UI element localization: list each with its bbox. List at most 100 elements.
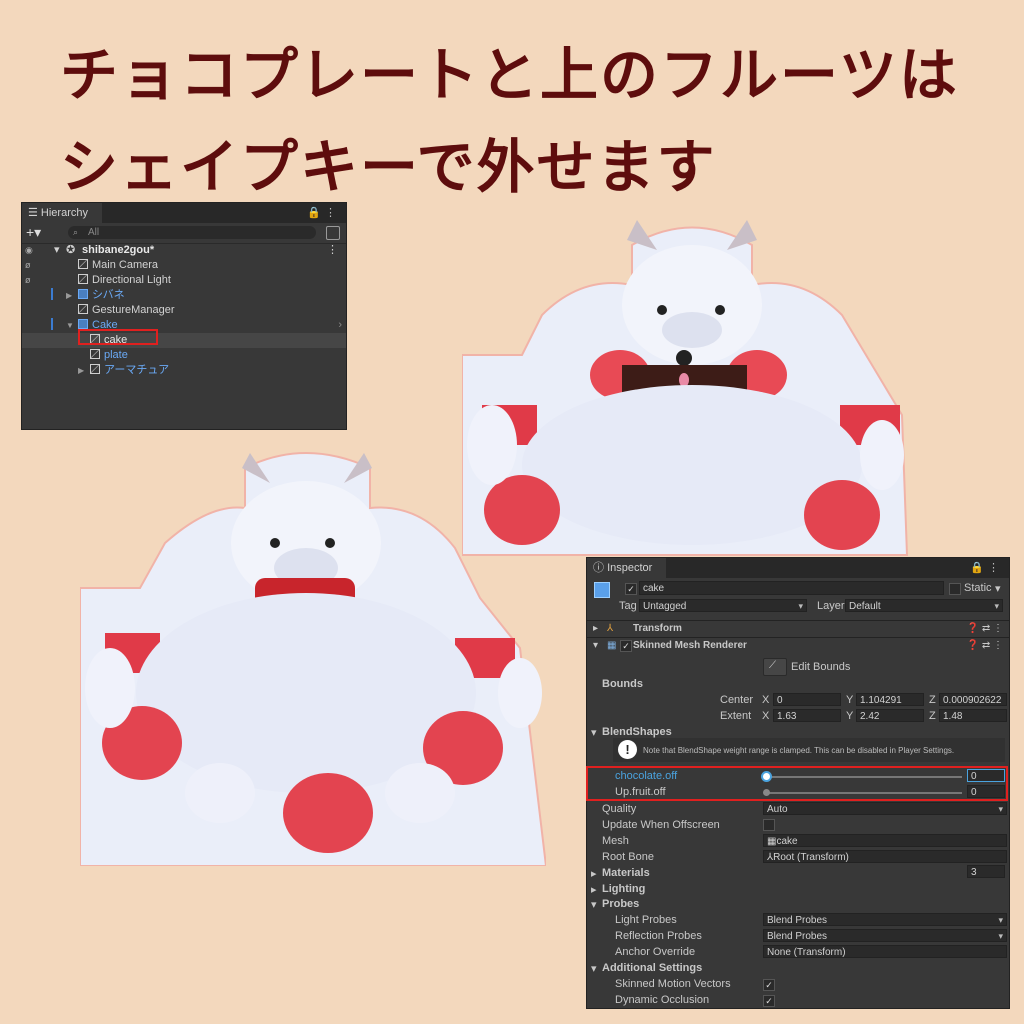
visibility-icon[interactable]: ◉ [25,243,33,258]
smr-component-header[interactable]: ▾ ▦ ✓ Skinned Mesh Renderer ❓ ⇄ ⋮ [587,638,1009,653]
warning-icon: ! [618,740,637,759]
tag-label: Tag [619,600,637,612]
component-menu-icons[interactable]: ❓ ⇄ ⋮ [967,621,1003,636]
info-icon: ⓘ [593,562,608,574]
light-probes-dropdown[interactable]: Blend Probes [763,913,1007,926]
materials-label: Materials [602,867,650,879]
expand-icon[interactable]: ▸ [591,883,597,896]
prefab-indicator [51,288,53,300]
scene-menu-icon[interactable]: ⋮ [327,243,338,258]
renderer-icon: ▦ [607,640,617,651]
item-label: GestureManager [92,304,175,316]
extent-y-field[interactable]: 2.42 [856,709,924,722]
edit-bounds-icon: ⟋ [769,660,776,671]
collapse-icon[interactable]: ▾ [591,726,597,739]
collapse-icon[interactable]: ▾ [591,898,597,911]
visibility-off-icon[interactable]: ø [25,273,31,288]
object-name-field[interactable]: cake [639,581,944,595]
list-item[interactable]: ø Main Camera [22,258,346,273]
z-axis-label: Z [929,694,936,706]
list-item[interactable]: GestureManager [22,303,346,318]
materials-count-field[interactable]: 3 [967,865,1005,878]
prefab-indicator [51,318,53,330]
light-probes-label: Light Probes [615,914,677,926]
item-label: アーマチュア [104,364,170,376]
hierarchy-search-input[interactable]: ⌕ All [68,226,316,239]
list-item[interactable]: ø Directional Light [22,273,346,288]
expand-icon[interactable]: ▶ [78,363,88,378]
extent-x-field[interactable]: 1.63 [773,709,841,722]
prefab-icon [78,289,88,299]
mesh-value: cake [776,836,798,847]
x-axis-label: X [762,710,770,722]
reflection-probes-dropdown[interactable]: Blend Probes [763,929,1007,942]
transform-component-header[interactable]: ▸ ⅄ Transform ❓ ⇄ ⋮ [587,621,1009,636]
dynamic-occlusion-checkbox[interactable]: ✓ [763,995,775,1007]
list-item-selected[interactable]: cake [22,333,346,348]
expand-icon[interactable]: ▶ [66,288,76,303]
chevron-down-icon[interactable]: ▾ [995,582,1001,595]
tag-dropdown[interactable]: Untagged [639,599,807,612]
mesh-field[interactable]: ▦cake [763,834,1007,847]
collapse-icon[interactable]: ▾ [593,638,598,653]
layer-dropdown[interactable]: Default [845,599,1003,612]
visibility-off-icon[interactable]: ø [25,258,31,273]
transform-title: Transform [633,623,682,634]
y-axis-label: Y [846,710,854,722]
scene-row[interactable]: ◉ ▾ ✪ shibane2gou* ⋮ [22,243,346,258]
item-label: シバネ [92,289,125,301]
component-menu-icons[interactable]: ❓ ⇄ ⋮ [967,638,1003,653]
inspector-tab[interactable]: ⓘ Inspector [587,558,667,578]
hierarchy-tabbar: ☰ Hierarchy 🔒⋮ [22,203,346,223]
center-label: Center [720,694,754,706]
filter-icon[interactable] [326,226,340,240]
expand-icon[interactable]: ▸ [591,867,597,880]
center-z-field[interactable]: 0.000902622 [939,693,1007,706]
expand-icon[interactable]: ▸ [593,621,598,636]
layer-label: Layer [817,600,845,612]
quality-dropdown[interactable]: Auto [763,802,1007,815]
unity-scene-icon: ✪ [66,244,76,256]
item-label: Main Camera [92,259,159,271]
hierarchy-tab[interactable]: ☰ Hierarchy [22,203,102,223]
x-axis-label: X [762,694,770,706]
root-bone-value: Root (Transform) [773,852,849,863]
collapse-icon[interactable]: ▾ [591,962,597,975]
list-item[interactable]: ▶ シバネ [22,288,346,303]
center-x-field[interactable]: 0 [773,693,841,706]
skinned-motion-vectors-checkbox[interactable]: ✓ [763,979,775,991]
highlight-box-blendshapes [586,766,1008,801]
list-item[interactable]: ▼ Cake › [22,318,346,333]
smr-title: Skinned Mesh Renderer [633,640,747,651]
dynamic-occlusion-label: Dynamic Occlusion [615,994,710,1006]
smr-enabled-checkbox[interactable]: ✓ [620,640,632,652]
gameobject-icon [594,582,610,598]
static-checkbox[interactable] [949,583,961,595]
list-item[interactable]: ▶ アーマチュア [22,363,346,378]
y-axis-label: Y [846,694,854,706]
collapse-icon[interactable]: ▼ [66,318,76,333]
list-item[interactable]: plate [22,348,346,363]
mesh-label: Mesh [602,835,629,847]
inspector-tab-label: Inspector [607,562,653,574]
root-bone-field[interactable]: ⅄Root (Transform) [763,850,1007,863]
probes-label: Probes [602,898,640,910]
edit-bounds-button[interactable]: ⟋ [763,658,787,676]
chevron-right-icon[interactable]: › [338,318,342,333]
anchor-override-field[interactable]: None (Transform) [763,945,1007,958]
panel-menu-icons[interactable]: 🔒⋮ [307,206,340,219]
center-y-field[interactable]: 1.104291 [856,693,924,706]
anchor-override-label: Anchor Override [615,946,696,958]
item-label: plate [104,349,128,361]
inspector-tabbar: ⓘ Inspector 🔒⋮ [587,558,1009,578]
panel-menu-icons[interactable]: 🔒⋮ [970,561,1003,574]
gameobject-icon [78,304,88,314]
blendshape-note: Note that BlendShape weight range is cla… [643,746,955,755]
scene-name: shibane2gou* [82,244,155,256]
scene-expand-icon[interactable]: ▾ [54,243,60,258]
active-checkbox[interactable]: ✓ [625,583,637,595]
add-icon[interactable]: +▾ [26,224,41,241]
static-label: Static [964,582,992,594]
update-offscreen-checkbox[interactable] [763,819,775,831]
extent-z-field[interactable]: 1.48 [939,709,1007,722]
